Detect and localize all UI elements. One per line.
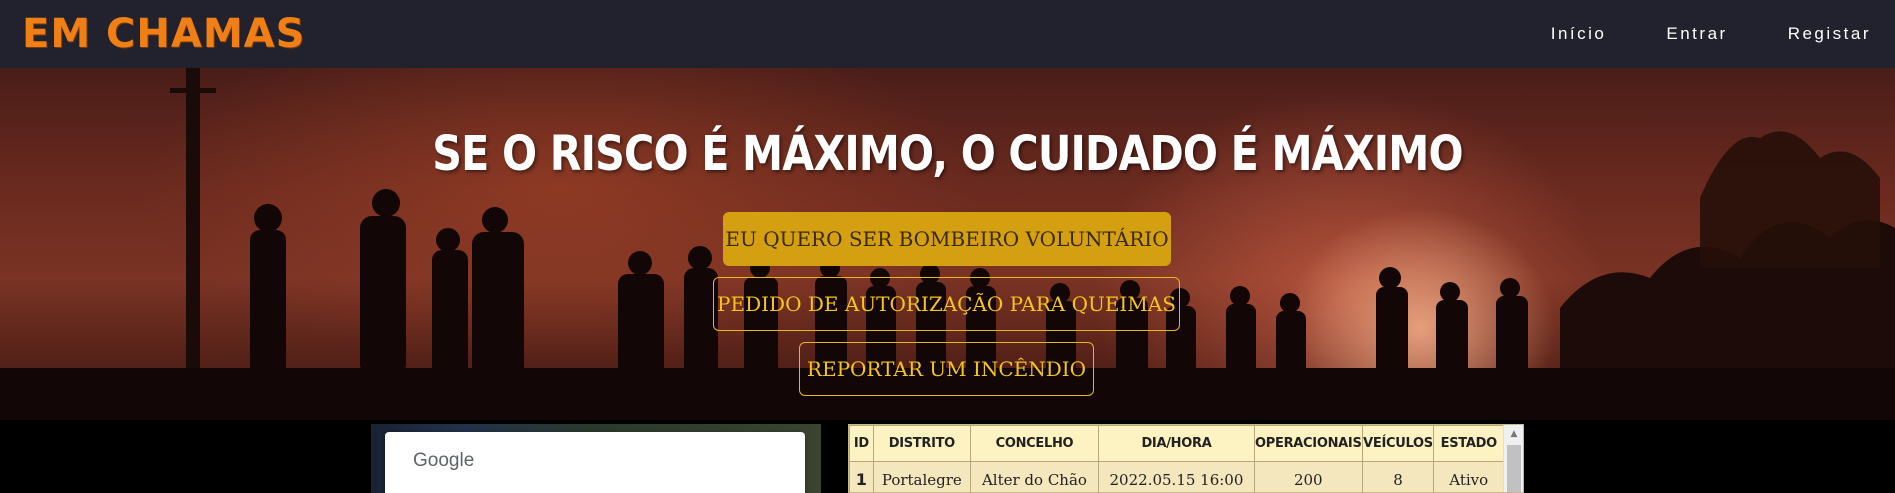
burn-authorization-button[interactable]: PEDIDO DE AUTORIZAÇÃO PARA QUEIMAS [713, 277, 1180, 331]
cell-veiculos: 8 [1361, 461, 1435, 492]
cell-operacionais: 200 [1254, 461, 1363, 492]
brand-logo[interactable]: EM CHAMAS [22, 14, 305, 54]
cell-estado: Ativo [1433, 461, 1504, 492]
map-search-card[interactable]: Google [385, 432, 805, 493]
incidents-section: Google ID DISTRITO CONCELHO DIA/HORA OPE… [0, 420, 1895, 493]
table-row[interactable]: 1 Portalegre Alter do Chão 2022.05.15 16… [849, 461, 1504, 492]
column-header-id[interactable]: ID [849, 425, 874, 462]
report-fire-button[interactable]: REPORTAR UM INCÊNDIO [799, 342, 1094, 396]
hero-content: SE O RISCO É MÁXIMO, O CUIDADO É MÁXIMO … [0, 68, 1895, 420]
incidents-table-panel[interactable]: ID DISTRITO CONCELHO DIA/HORA OPERACIONA… [848, 424, 1524, 493]
column-header-estado[interactable]: ESTADO [1433, 425, 1504, 462]
table-scrollbar[interactable]: ▲ [1503, 425, 1523, 492]
column-header-dia-hora[interactable]: DIA/HORA [1097, 425, 1256, 462]
scrollbar-thumb[interactable] [1507, 445, 1521, 492]
cell-concelho: Alter do Chão [969, 461, 1099, 492]
hero-headline: SE O RISCO É MÁXIMO, O CUIDADO É MÁXIMO [432, 126, 1463, 182]
scroll-up-arrow-icon[interactable]: ▲ [1504, 425, 1523, 443]
cell-dia-hora: 2022.05.15 16:00 [1097, 461, 1256, 492]
volunteer-firefighter-button[interactable]: EU QUERO SER BOMBEIRO VOLUNTÁRIO [723, 212, 1171, 266]
cell-distrito: Portalegre [872, 461, 971, 492]
incidents-table: ID DISTRITO CONCELHO DIA/HORA OPERACIONA… [849, 425, 1504, 492]
main-nav: Início Entrar Registar [1491, 24, 1871, 44]
top-navbar: EM CHAMAS Início Entrar Registar [0, 0, 1895, 68]
incidents-map[interactable]: Google [371, 424, 821, 493]
column-header-operacionais[interactable]: OPERACIONAIS [1254, 425, 1363, 462]
column-header-veiculos[interactable]: VEÍCULOS [1361, 425, 1435, 462]
table-header-row: ID DISTRITO CONCELHO DIA/HORA OPERACIONA… [849, 425, 1504, 462]
column-header-concelho[interactable]: CONCELHO [969, 425, 1099, 462]
google-label: Google [413, 450, 475, 471]
column-header-distrito[interactable]: DISTRITO [872, 425, 971, 462]
nav-link-inicio[interactable]: Início [1551, 24, 1607, 44]
hero-banner: SE O RISCO É MÁXIMO, O CUIDADO É MÁXIMO … [0, 68, 1895, 420]
nav-link-registar[interactable]: Registar [1788, 24, 1871, 44]
nav-link-entrar[interactable]: Entrar [1666, 24, 1727, 44]
cell-id: 1 [849, 461, 874, 492]
